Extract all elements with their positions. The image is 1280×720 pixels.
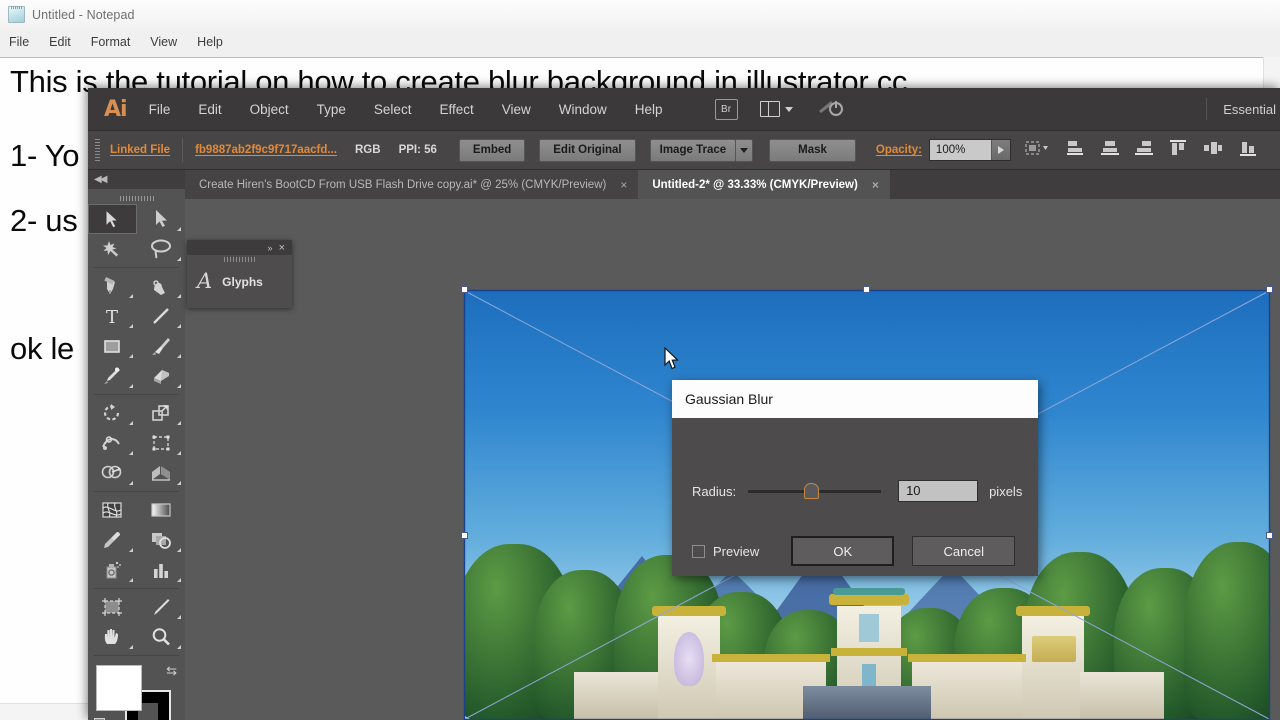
screen: Untitled - Notepad File Edit Format View…: [0, 0, 1280, 720]
glyphs-close-icon[interactable]: ×: [279, 242, 285, 254]
radius-row: Radius: 10 pixels: [692, 480, 1024, 502]
glyphs-collapse-icon[interactable]: »: [268, 243, 273, 253]
selection-handle-top-right[interactable]: [1266, 286, 1273, 293]
selection-diagonals: [463, 289, 1271, 720]
mouse-cursor: [664, 346, 680, 376]
gaussian-blur-body: Radius: 10 pixels Preview OK Cancel: [672, 418, 1038, 576]
preview-checkbox[interactable]: [692, 544, 705, 558]
glyphs-panel-titlebar[interactable]: » ×: [187, 240, 292, 255]
selection-handle-middle-left[interactable]: [461, 532, 468, 539]
dialog-actions-row: Preview OK Cancel: [692, 536, 1024, 566]
gaussian-blur-dialog[interactable]: Gaussian Blur Radius: 10 pixels Preview …: [672, 380, 1038, 576]
radius-label: Radius:: [692, 483, 737, 499]
ok-button[interactable]: OK: [791, 536, 895, 566]
radius-input[interactable]: 10: [898, 480, 979, 502]
glyphs-a-icon: A: [197, 269, 213, 293]
glyphs-panel-grip[interactable]: [187, 255, 292, 264]
gaussian-blur-title: Gaussian Blur: [672, 380, 1038, 418]
glyphs-panel[interactable]: » × A Glyphs: [187, 240, 292, 308]
radius-units-label: pixels: [989, 483, 1023, 499]
glyphs-panel-label: Glyphs: [222, 274, 263, 289]
preview-label[interactable]: Preview: [713, 544, 759, 559]
radius-slider[interactable]: [748, 483, 882, 499]
selection-handle-top-center[interactable]: [863, 286, 870, 293]
selection-handle-middle-right[interactable]: [1266, 532, 1273, 539]
selection-handle-top-left[interactable]: [461, 286, 468, 293]
cancel-button[interactable]: Cancel: [912, 536, 1016, 566]
glyphs-panel-body[interactable]: A Glyphs: [187, 264, 292, 292]
radius-slider-thumb[interactable]: [804, 483, 820, 499]
